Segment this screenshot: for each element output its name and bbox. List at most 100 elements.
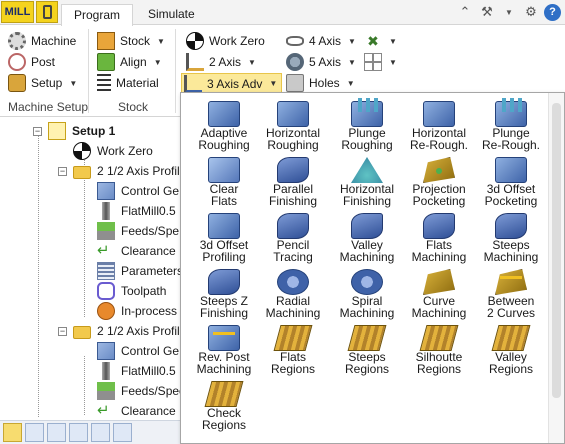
menu-item-spiral-machining[interactable]: Spiral Machining xyxy=(331,265,403,321)
setup-button[interactable]: Setup ▼ xyxy=(8,73,77,93)
menu-item-label: 3d Offset Pocketing xyxy=(475,183,547,207)
align-button[interactable]: Align ▼ xyxy=(97,52,162,72)
menu-item-steeps-regions[interactable]: Steeps Regions xyxy=(331,321,403,377)
menu-item-label-line: Machining xyxy=(411,306,467,320)
menu-item-check-regions[interactable]: Check Regions xyxy=(188,377,260,433)
tree-item-parameters-1[interactable]: Parameters xyxy=(97,261,181,281)
menu-item-horizontal-finishing[interactable]: Horizontal Finishing xyxy=(331,153,403,209)
tree-item-in-process-1[interactable]: In-process xyxy=(97,301,177,321)
machining-browser-icon[interactable] xyxy=(3,423,22,442)
gear-icon[interactable]: ⚙ xyxy=(522,3,540,21)
menu-item-horizontal-roughing[interactable]: Horizontal Roughing xyxy=(257,97,329,153)
five-axis-button[interactable]: 5 Axis ▼ xyxy=(286,52,356,72)
menu-item-3d-offset-pocketing[interactable]: 3d Offset Pocketing xyxy=(475,153,547,209)
tree-item-work-zero[interactable]: Work Zero xyxy=(73,141,153,161)
tools-dropdown-button[interactable]: ✖ ▼ xyxy=(364,31,397,51)
control-geometry-icon xyxy=(97,182,115,200)
holes-button[interactable]: Holes ▼ xyxy=(286,73,355,93)
menu-item-valley-machining[interactable]: Valley Machining xyxy=(331,209,403,265)
tree-item-feeds-1[interactable]: Feeds/Spe xyxy=(97,221,179,241)
menu-item-horizontal-re-rough[interactable]: Horizontal Re-Rough. xyxy=(403,97,475,153)
tree-item-setup[interactable]: − Setup 1 xyxy=(33,121,115,141)
stock-button[interactable]: Stock ▼ xyxy=(97,31,165,51)
menu-item-rev-post-machining[interactable]: Rev. Post Machining xyxy=(188,321,260,377)
tree-item-clearance-1[interactable]: ↵ Clearance xyxy=(97,241,176,261)
rev-post-machining-icon xyxy=(208,325,240,351)
setup-icon xyxy=(48,122,66,140)
flat-mill-icon xyxy=(102,202,110,220)
browser-toolbar xyxy=(0,420,181,444)
tree-item-toolpath-1[interactable]: Toolpath xyxy=(97,281,166,301)
file-menu-button[interactable] xyxy=(36,1,58,23)
chevron-down-icon[interactable]: ▼ xyxy=(500,3,518,21)
geometry-list-icon[interactable] xyxy=(91,423,110,442)
menu-item-steeps-z-finishing[interactable]: Steeps Z Finishing xyxy=(188,265,260,321)
menu-item-adaptive-roughing[interactable]: Adaptive Roughing xyxy=(188,97,260,153)
menu-item-label: Pencil Tracing xyxy=(257,239,329,263)
menu-item-valley-regions[interactable]: Valley Regions xyxy=(475,321,547,377)
menu-item-plunge-re-rough[interactable]: Plunge Re-Rough. xyxy=(475,97,547,153)
four-axis-button[interactable]: 4 Axis ▼ xyxy=(286,31,356,51)
menu-item-label-line: Flats xyxy=(210,194,237,208)
menu-item-label-line: Roughing xyxy=(267,138,319,152)
clear-flats-icon xyxy=(208,157,240,183)
menu-item-between-2-curves[interactable]: Between 2 Curves xyxy=(475,265,547,321)
tree-item-control-geometry-1[interactable]: Control Ge xyxy=(97,181,179,201)
hide-ribbon-icon[interactable]: ⌃ xyxy=(456,3,474,21)
ribbon-tab-bar: MILL Program Simulate ⌃ ⚒ ▼ ⚙ ? xyxy=(0,0,565,26)
tree-item-tool-2[interactable]: FlatMill0.5 xyxy=(97,361,176,381)
operations-list-icon[interactable] xyxy=(47,423,66,442)
layout-dropdown-button[interactable]: ▼ xyxy=(364,52,397,72)
tab-program[interactable]: Program xyxy=(61,4,133,26)
mill-app-button[interactable]: MILL xyxy=(1,1,34,23)
menu-item-label-line: Pocketing xyxy=(484,194,538,208)
work-zero-list-icon[interactable] xyxy=(113,423,132,442)
menu-item-plunge-roughing[interactable]: Plunge Roughing xyxy=(331,97,403,153)
menu-item-flats-machining[interactable]: Flats Machining xyxy=(403,209,475,265)
machine-button[interactable]: Machine xyxy=(8,31,76,51)
tree-item-control-geometry-2[interactable]: Control Ge xyxy=(97,341,179,361)
menu-item-label-line: Tracing xyxy=(273,250,313,264)
machine-icon xyxy=(8,32,26,50)
menu-item-steeps-machining[interactable]: Steeps Machining xyxy=(475,209,547,265)
menu-item-label-line: Pocketing xyxy=(412,194,466,208)
work-zero-button[interactable]: Work Zero xyxy=(186,31,265,51)
tree-item-tool-1[interactable]: FlatMill0.5 xyxy=(97,201,176,221)
tool-list-icon[interactable] xyxy=(25,423,44,442)
menu-item-label-line: 2 Curves xyxy=(486,306,536,320)
two-axis-icon xyxy=(186,53,204,71)
post-button[interactable]: Post xyxy=(8,52,55,72)
menu-item-parallel-finishing[interactable]: Parallel Finishing xyxy=(257,153,329,209)
menu-item-flats-regions[interactable]: Flats Regions xyxy=(257,321,329,377)
machine-setup-group-label: Machine Setup xyxy=(8,100,89,114)
menu-item-radial-machining[interactable]: Radial Machining xyxy=(257,265,329,321)
tree-item-profile-2[interactable]: − 2 1/2 Axis Profil xyxy=(58,321,180,341)
setups-list-icon[interactable] xyxy=(69,423,88,442)
menu-item-pencil-tracing[interactable]: Pencil Tracing xyxy=(257,209,329,265)
tree-item-feeds-2[interactable]: Feeds/Spee xyxy=(97,381,181,401)
tree-item-profile-1[interactable]: − 2 1/2 Axis Profil xyxy=(58,161,180,181)
parameters-icon xyxy=(97,262,115,280)
two-axis-button[interactable]: 2 Axis ▼ xyxy=(186,52,256,72)
hammer-icon[interactable]: ⚒ xyxy=(478,3,496,21)
operations-tree: − Setup 1 Work Zero − 2 1/2 Axis Profil … xyxy=(0,118,181,418)
horizontal-roughing-icon xyxy=(277,101,309,127)
menu-item-silhoutte-regions[interactable]: Silhoutte Regions xyxy=(403,321,475,377)
post-icon xyxy=(8,53,26,71)
silhoutte-regions-icon xyxy=(419,325,459,351)
check-regions-icon xyxy=(204,381,244,407)
menu-item-label: 3d Offset Profiling xyxy=(188,239,260,263)
tree-item-clearance-2[interactable]: ↵ Clearance xyxy=(97,401,176,418)
menu-item-projection-pocketing[interactable]: Projection Pocketing xyxy=(403,153,475,209)
menu-scrollbar[interactable] xyxy=(548,93,564,443)
menu-item-3d-offset-profiling[interactable]: 3d Offset Profiling xyxy=(188,209,260,265)
tab-simulate[interactable]: Simulate xyxy=(148,4,195,26)
menu-item-label-line: Machining xyxy=(265,306,321,320)
menu-item-curve-machining[interactable]: Curve Machining xyxy=(403,265,475,321)
three-axis-adv-button[interactable]: 3 Axis Adv ▼ xyxy=(181,73,283,94)
menu-item-clear-flats[interactable]: Clear Flats xyxy=(188,153,260,209)
menu-item-label-line: Machining xyxy=(339,250,395,264)
help-icon[interactable]: ? xyxy=(544,3,561,21)
material-button[interactable]: Material xyxy=(97,73,159,93)
menu-item-label: Steeps Regions xyxy=(331,351,403,375)
